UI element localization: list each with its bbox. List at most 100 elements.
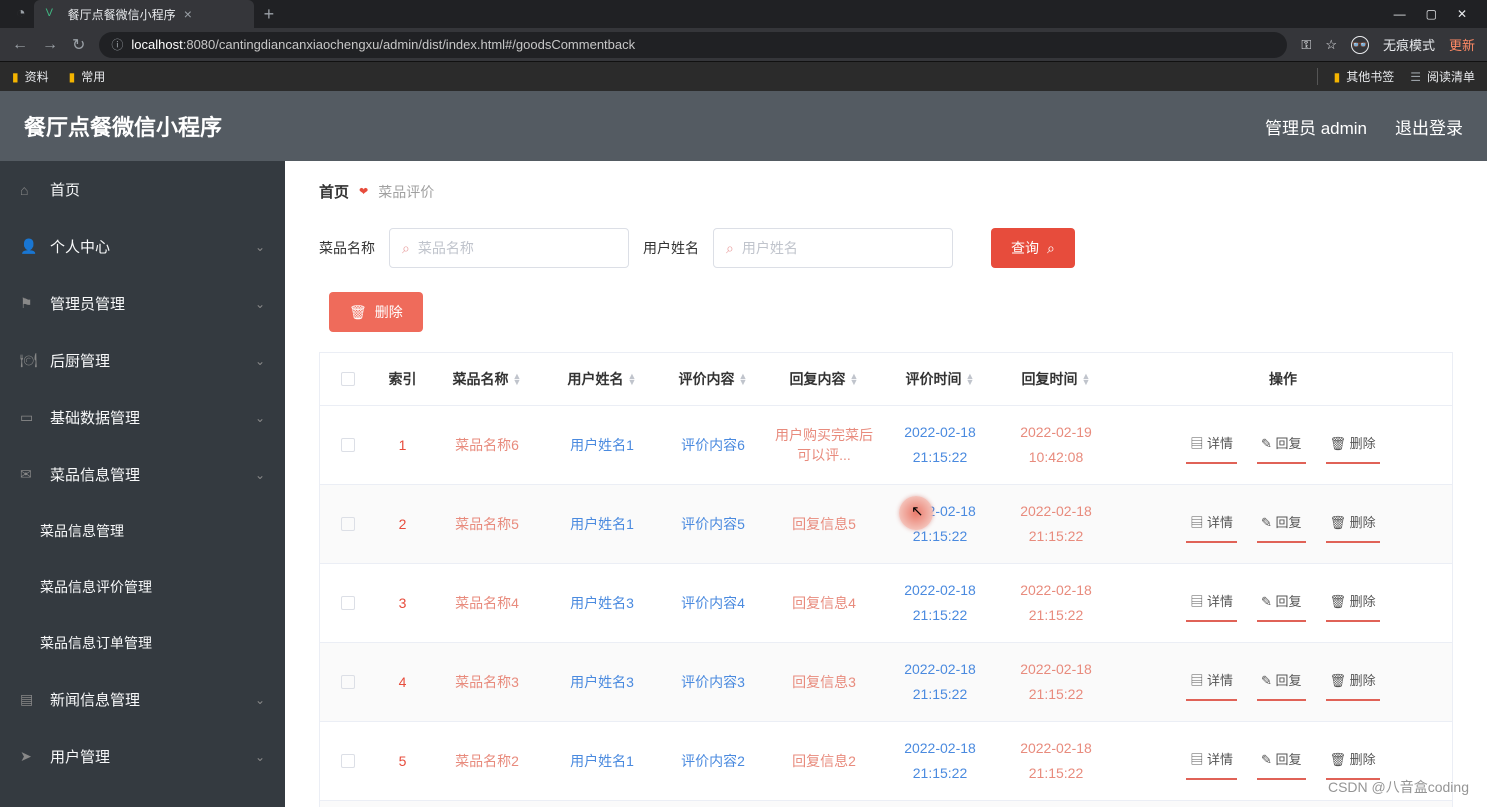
- cell-user[interactable]: 用户姓名3: [544, 564, 660, 642]
- cell-user[interactable]: 用户姓名3: [544, 643, 660, 721]
- cell-index: 6: [375, 801, 430, 807]
- row-checkbox[interactable]: [341, 754, 355, 768]
- cell-review[interactable]: 评价内容4: [660, 564, 766, 642]
- bookmark-folder[interactable]: ▮资料: [12, 68, 49, 85]
- sidebar-subitem[interactable]: 菜品信息管理: [0, 503, 285, 559]
- main-content: 首页 ❤ 菜品评价 菜品名称 ⌕菜品名称 用户姓名 ⌕用户姓名 查询⌕ 🗑删除 …: [285, 161, 1487, 807]
- key-icon[interactable]: ⚿: [1301, 37, 1311, 53]
- reply-button[interactable]: ✎ 回复: [1257, 585, 1306, 622]
- sidebar-item[interactable]: ➤用户管理⌄: [0, 728, 285, 785]
- bulk-delete-button[interactable]: 🗑删除: [329, 292, 423, 332]
- reply-button[interactable]: ✎ 回复: [1257, 506, 1306, 543]
- cell-name[interactable]: 菜品名称3: [430, 643, 544, 721]
- sidebar-item[interactable]: ⌂首页: [0, 161, 285, 218]
- delete-button[interactable]: 🗑 删除: [1326, 664, 1380, 701]
- row-checkbox[interactable]: [341, 438, 355, 452]
- delete-button[interactable]: 🗑 删除: [1326, 427, 1380, 464]
- th-name: 菜品名称▲▼: [430, 353, 544, 405]
- sidebar-item[interactable]: ▤新闻信息管理⌄: [0, 671, 285, 728]
- browser-tab[interactable]: V 餐厅点餐微信小程序 ×: [34, 0, 254, 28]
- chevron-down-icon: ⌄: [255, 297, 265, 311]
- menu-icon: 🍽: [20, 352, 36, 369]
- query-button[interactable]: 查询⌕: [991, 228, 1075, 268]
- detail-button[interactable]: ▤ 详情: [1186, 585, 1237, 622]
- sidebar-item[interactable]: 👤个人中心⌄: [0, 218, 285, 275]
- app-shell: 餐厅点餐微信小程序 管理员 admin 退出登录 ⌂首页👤个人中心⌄⚑管理员管理…: [0, 91, 1487, 807]
- sort-icon[interactable]: ▲▼: [850, 373, 859, 385]
- filter-user-input[interactable]: ⌕用户姓名: [713, 228, 953, 268]
- sidebar-item[interactable]: 🍽后厨管理⌄: [0, 332, 285, 389]
- sort-icon[interactable]: ▲▼: [1082, 373, 1091, 385]
- delete-button[interactable]: 🗑 删除: [1326, 506, 1380, 543]
- row-checkbox[interactable]: [341, 517, 355, 531]
- sort-icon[interactable]: ▲▼: [966, 373, 975, 385]
- detail-button[interactable]: ▤ 详情: [1186, 743, 1237, 780]
- cell-reply[interactable]: 回复信息4: [766, 564, 882, 642]
- current-user[interactable]: 管理员 admin: [1265, 114, 1367, 139]
- delete-button[interactable]: 🗑 删除: [1326, 585, 1380, 622]
- detail-button[interactable]: ▤ 详情: [1186, 506, 1237, 543]
- url-input[interactable]: ⓘ localhost:8080/cantingdiancanxiaocheng…: [99, 32, 1287, 58]
- breadcrumb: 首页 ❤ 菜品评价: [285, 161, 1487, 210]
- sort-icon[interactable]: ▲▼: [628, 373, 637, 385]
- cell-ops: ▤ 详情 ✎ 回复 🗑 删除: [1114, 485, 1452, 563]
- bookmark-overflow[interactable]: ▮其他书签: [1334, 68, 1395, 85]
- filter-name-input[interactable]: ⌕菜品名称: [389, 228, 629, 268]
- update-button[interactable]: 更新: [1449, 35, 1475, 54]
- sidebar-item[interactable]: ⚑管理员管理⌄: [0, 275, 285, 332]
- browser-menu-icon[interactable]: ◔: [8, 5, 34, 23]
- cell-name[interactable]: 菜品名称5: [430, 485, 544, 563]
- reading-list-button[interactable]: ☰阅读清单: [1410, 68, 1475, 85]
- row-checkbox[interactable]: [341, 596, 355, 610]
- sort-icon[interactable]: ▲▼: [513, 373, 522, 385]
- filter-bar: 菜品名称 ⌕菜品名称 用户姓名 ⌕用户姓名 查询⌕: [285, 210, 1487, 268]
- reply-button[interactable]: ✎ 回复: [1257, 664, 1306, 701]
- sidebar-item[interactable]: ✉菜品信息管理⌄: [0, 446, 285, 503]
- cell-name[interactable]: 菜品名称2: [430, 722, 544, 800]
- cell-reply[interactable]: 回复信息2: [766, 722, 882, 800]
- chevron-down-icon: ⌄: [255, 693, 265, 707]
- forward-icon[interactable]: →: [42, 36, 58, 54]
- window-minimize-icon[interactable]: —: [1394, 7, 1406, 21]
- cell-reply[interactable]: 回复信息3: [766, 643, 882, 721]
- cell-reply[interactable]: [766, 801, 882, 807]
- cell-reply[interactable]: 用户购买完菜后可以评...: [766, 406, 882, 484]
- th-user: 用户姓名▲▼: [544, 353, 660, 405]
- new-tab-button[interactable]: +: [254, 4, 285, 25]
- detail-button[interactable]: ▤ 详情: [1186, 664, 1237, 701]
- select-all-checkbox[interactable]: [341, 372, 355, 386]
- row-checkbox[interactable]: [341, 675, 355, 689]
- reply-button[interactable]: ✎ 回复: [1257, 743, 1306, 780]
- sidebar-subitem[interactable]: 菜品信息订单管理: [0, 615, 285, 671]
- breadcrumb-home[interactable]: 首页: [319, 181, 349, 202]
- cell-review[interactable]: [660, 801, 766, 807]
- cell-reply[interactable]: 回复信息5: [766, 485, 882, 563]
- sidebar-subitem[interactable]: 菜品信息评价管理: [0, 559, 285, 615]
- cell-review[interactable]: 评价内容2: [660, 722, 766, 800]
- star-icon[interactable]: ☆: [1325, 37, 1337, 53]
- cell-review[interactable]: 评价内容5: [660, 485, 766, 563]
- cell-user[interactable]: 用户姓名1: [544, 485, 660, 563]
- reply-button[interactable]: ✎ 回复: [1257, 427, 1306, 464]
- reload-icon[interactable]: ↻: [72, 35, 85, 55]
- cell-user[interactable]: 用户姓名1: [544, 722, 660, 800]
- sort-icon[interactable]: ▲▼: [739, 373, 748, 385]
- window-close-icon[interactable]: ✕: [1457, 7, 1467, 21]
- close-icon[interactable]: ×: [184, 6, 192, 22]
- sidebar-item[interactable]: ▭基础数据管理⌄: [0, 389, 285, 446]
- cell-review[interactable]: 评价内容6: [660, 406, 766, 484]
- cell-review[interactable]: 评价内容3: [660, 643, 766, 721]
- tab-strip: ◔ V 餐厅点餐微信小程序 × + — ▢ ✕: [0, 0, 1487, 28]
- logout-link[interactable]: 退出登录: [1395, 114, 1463, 139]
- cell-name[interactable]: 菜品名称4: [430, 564, 544, 642]
- back-icon[interactable]: ←: [12, 36, 28, 54]
- window-maximize-icon[interactable]: ▢: [1426, 7, 1437, 21]
- cell-user[interactable]: 用户姓名1: [544, 406, 660, 484]
- bookmark-folder[interactable]: ▮常用: [69, 68, 106, 85]
- detail-button[interactable]: ▤ 详情: [1186, 427, 1237, 464]
- cell-name[interactable]: [430, 801, 544, 807]
- cell-review-time: 2022-02-1821:15:22: [882, 722, 998, 800]
- delete-button[interactable]: 🗑 删除: [1326, 743, 1380, 780]
- cell-user[interactable]: [544, 801, 660, 807]
- cell-name[interactable]: 菜品名称6: [430, 406, 544, 484]
